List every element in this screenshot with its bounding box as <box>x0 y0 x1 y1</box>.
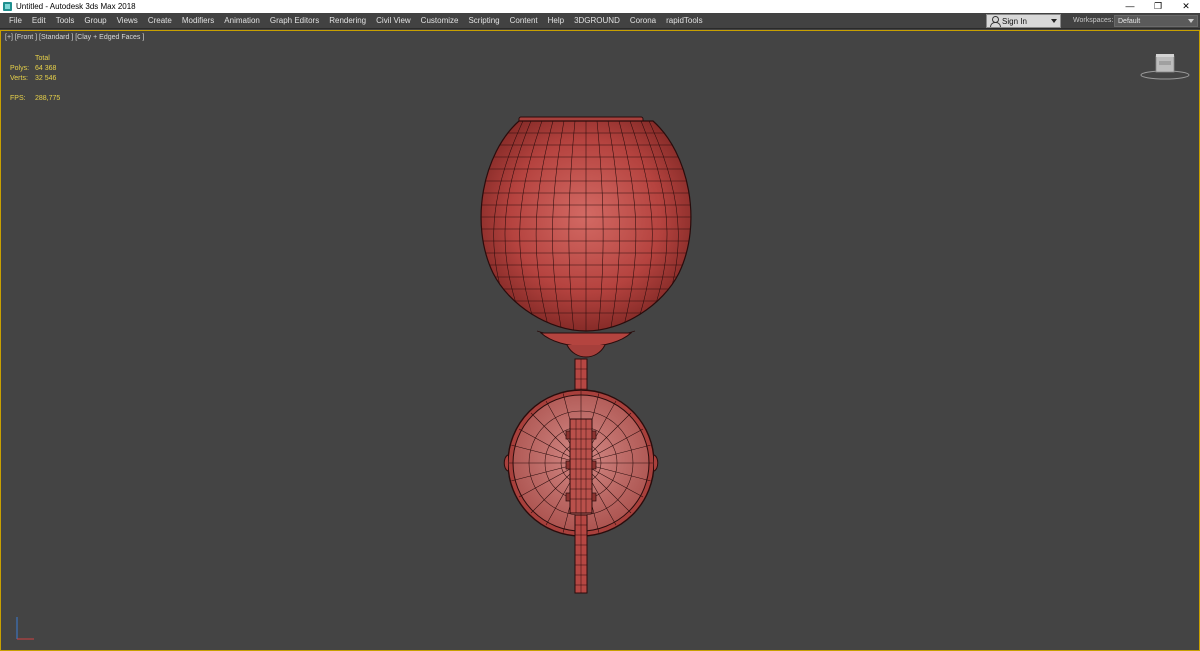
menu-civil-view[interactable]: Civil View <box>371 13 416 29</box>
menu-rendering[interactable]: Rendering <box>324 13 371 29</box>
window-title: Untitled - Autodesk 3ds Max 2018 <box>16 2 136 11</box>
axis-tripod-icon <box>16 617 34 640</box>
verts-label: Verts: <box>10 75 28 82</box>
menu-create[interactable]: Create <box>143 13 177 29</box>
workspaces-value: Default <box>1118 17 1141 25</box>
menu-animation[interactable]: Animation <box>219 13 265 29</box>
fps-label: FPS: <box>10 95 26 102</box>
close-button[interactable]: ✕ <box>1172 0 1200 13</box>
minimize-button[interactable]: — <box>1116 0 1144 13</box>
menu-file[interactable]: File <box>4 13 27 29</box>
menu-content[interactable]: Content <box>505 13 543 29</box>
viewport-statistics: Total Polys: 64 368 Verts: 32 546 FPS: 288,… <box>10 54 60 104</box>
menu-3dground[interactable]: 3DGROUND <box>569 13 625 29</box>
sign-in-label: Sign In <box>1002 16 1027 26</box>
polys-label: Polys: <box>10 65 30 72</box>
verts-value: 32 546 <box>35 75 57 82</box>
stats-header: Total <box>35 55 50 62</box>
menu-corona[interactable]: Corona <box>625 13 661 29</box>
viewcube-icon[interactable] <box>1139 51 1191 81</box>
fps-value: 288,775 <box>35 95 61 102</box>
menu-rapidtools[interactable]: rapidTools <box>661 13 707 29</box>
window-controls: — ❐ ✕ <box>1116 0 1200 13</box>
title-bar: Untitled - Autodesk 3ds Max 2018 — ❐ ✕ <box>0 0 1200 13</box>
chevron-down-icon <box>1188 19 1194 23</box>
chevron-down-icon <box>1051 19 1057 23</box>
menu-graph-editors[interactable]: Graph Editors <box>265 13 324 29</box>
menu-edit[interactable]: Edit <box>27 13 51 29</box>
user-icon <box>990 16 1001 27</box>
menu-scripting[interactable]: Scripting <box>463 13 504 29</box>
menu-views[interactable]: Views <box>112 13 143 29</box>
menu-customize[interactable]: Customize <box>416 13 464 29</box>
workspaces-select[interactable]: Default <box>1114 15 1198 27</box>
restore-button[interactable]: ❐ <box>1144 0 1172 13</box>
menu-modifiers[interactable]: Modifiers <box>177 13 219 29</box>
viewport-front[interactable]: [+] [Front ] [Standard ] [Clay + Edged F… <box>0 30 1200 651</box>
polys-value: 64 368 <box>35 65 57 72</box>
viewport-label[interactable]: [+] [Front ] [Standard ] [Clay + Edged F… <box>5 34 144 41</box>
app-icon <box>3 2 12 11</box>
menu-group[interactable]: Group <box>79 13 111 29</box>
menu-items: File Edit Tools Group Views Create Modif… <box>0 13 708 29</box>
wall-lamp-model[interactable] <box>471 83 701 603</box>
sign-in-dropdown[interactable]: Sign In <box>986 14 1061 28</box>
workspaces-label: Workspaces: <box>1073 17 1114 24</box>
menu-tools[interactable]: Tools <box>51 13 80 29</box>
menu-help[interactable]: Help <box>543 13 569 29</box>
menu-bar: File Edit Tools Group Views Create Modif… <box>0 13 1200 29</box>
